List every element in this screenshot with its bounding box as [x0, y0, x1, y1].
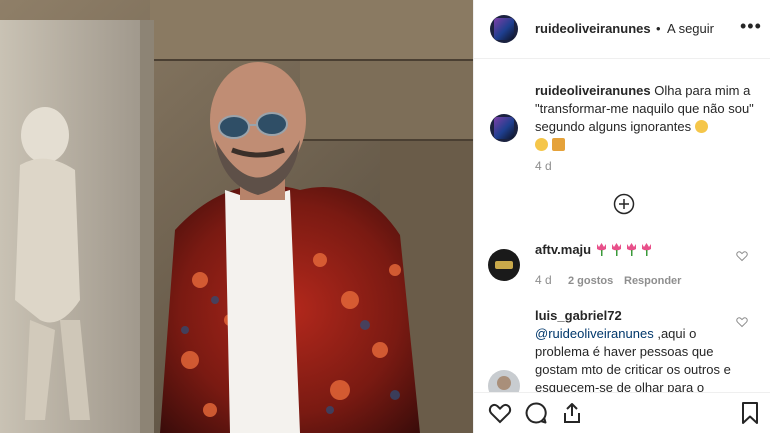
comment-likes[interactable]: 2 gostos — [568, 275, 613, 287]
post-actions-bar — [474, 392, 770, 434]
instagram-post-view: ruideoliveiranunes • A seguir ••• ruideo… — [0, 0, 770, 434]
heart-icon[interactable] — [488, 401, 512, 425]
comment-mention[interactable]: @ruideoliveiranunes — [535, 326, 654, 341]
comment-2: luis_gabriel72 @ruideoliveiranunes ,aqui… — [535, 307, 735, 397]
comment-time[interactable]: 4 d — [535, 273, 552, 287]
reply-button[interactable]: Responder — [624, 275, 681, 287]
caption-avatar[interactable] — [490, 114, 518, 142]
post-image-illustration — [0, 0, 473, 433]
author-username[interactable]: ruideoliveiranunes — [535, 21, 651, 36]
comment-avatar[interactable] — [488, 249, 520, 281]
more-options-icon[interactable]: ••• — [740, 16, 762, 37]
post-sidebar: ruideoliveiranunes • A seguir ••• ruideo… — [473, 0, 770, 434]
tulip-emoji-icon — [625, 242, 638, 256]
author-avatar[interactable] — [490, 15, 518, 43]
heart-outline-icon[interactable] — [736, 316, 748, 328]
comment-username[interactable]: aftv.maju — [535, 242, 591, 257]
share-icon[interactable] — [560, 401, 584, 425]
caption-username[interactable]: ruideoliveiranunes — [535, 83, 651, 98]
tulip-emoji-icon — [610, 242, 623, 256]
wink-emoji-icon — [694, 120, 708, 133]
comment-username[interactable]: luis_gabriel72 — [535, 308, 622, 323]
heart-outline-icon[interactable] — [736, 250, 748, 262]
comment-1: aftv.maju — [535, 241, 735, 259]
post-photo[interactable] — [0, 0, 473, 433]
tulip-emoji-icon — [640, 242, 653, 256]
bookmark-icon[interactable] — [738, 401, 762, 425]
plus-circle-icon[interactable] — [613, 193, 635, 215]
following-button[interactable]: A seguir — [667, 21, 714, 36]
comment-icon[interactable] — [524, 401, 548, 425]
caption: ruideoliveiranunes Olha para mim a "tran… — [535, 82, 757, 154]
header-separator: • — [656, 21, 661, 36]
tulip-emoji-icon — [595, 242, 608, 256]
caption-time[interactable]: 4 d — [535, 159, 552, 173]
tongue-emoji-icon — [535, 138, 548, 151]
horn-emoji-icon — [551, 138, 565, 151]
post-header: ruideoliveiranunes • A seguir ••• — [474, 0, 770, 59]
